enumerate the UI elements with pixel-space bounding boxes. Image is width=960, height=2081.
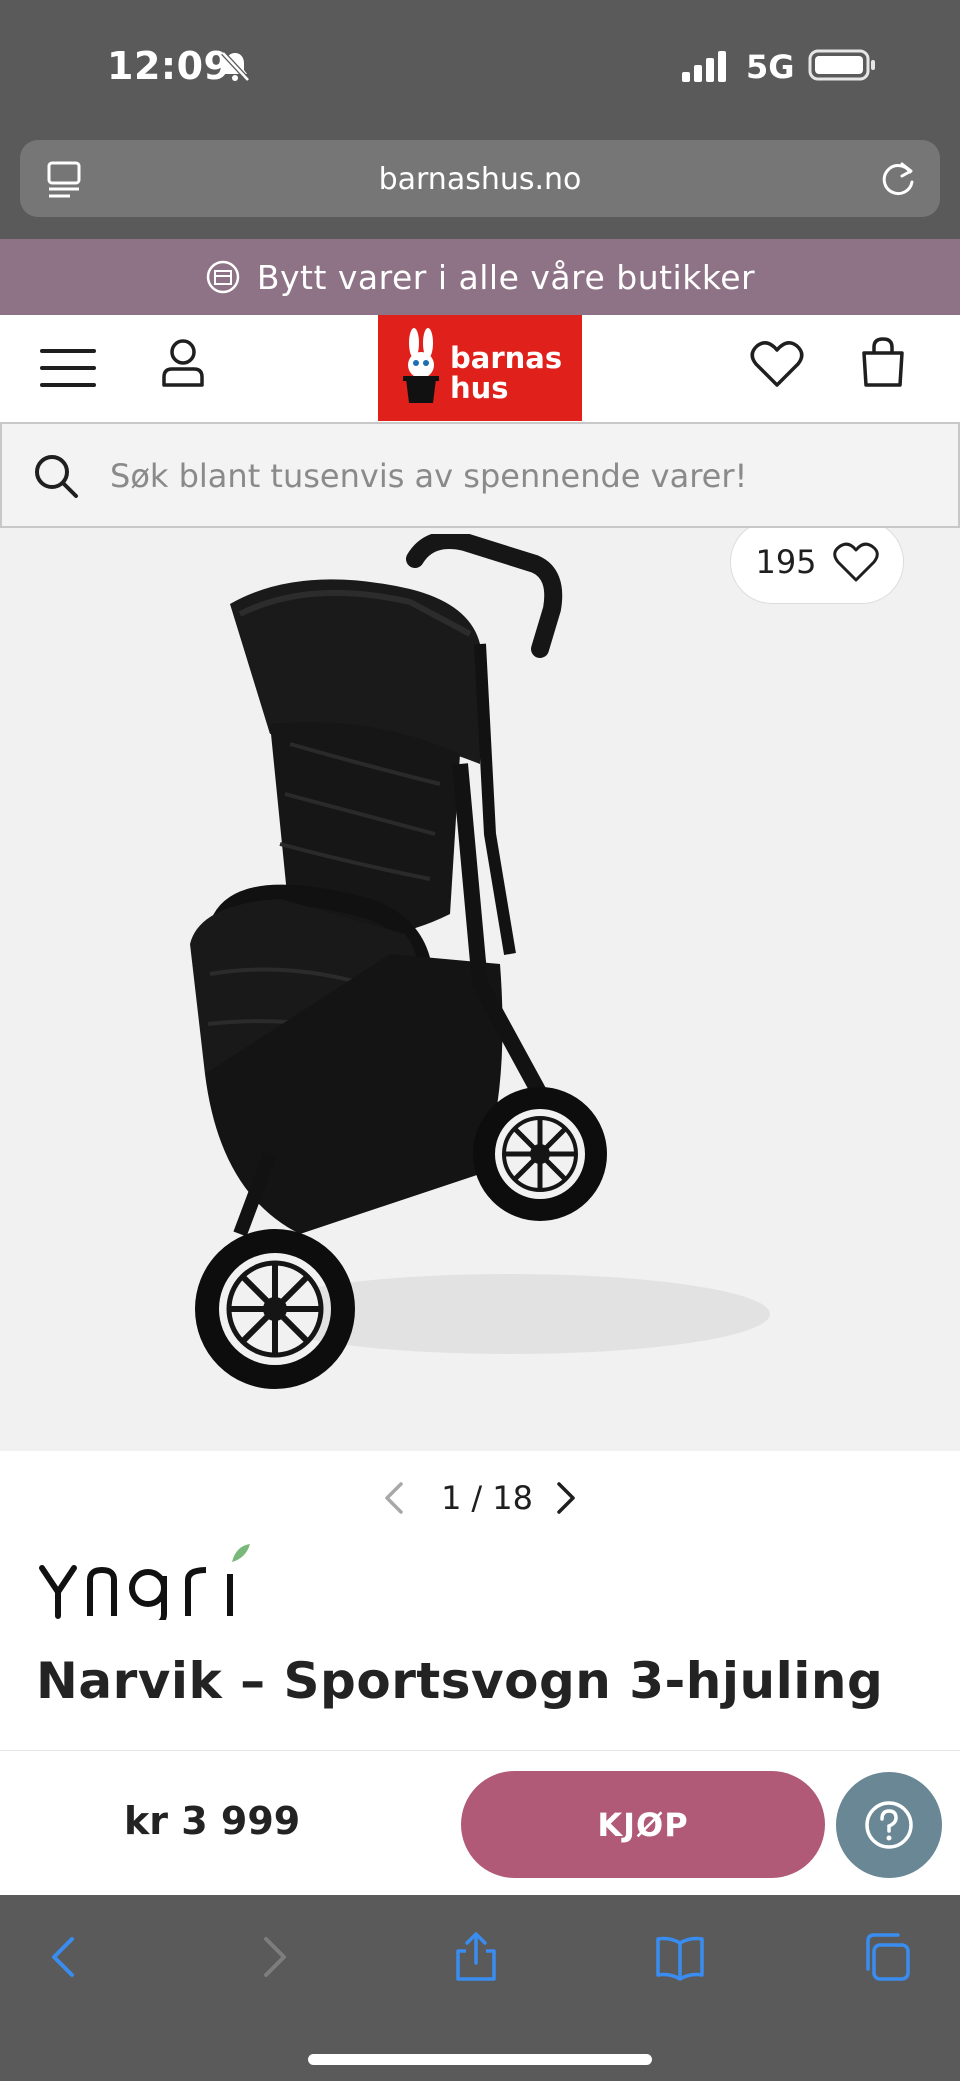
search-icon[interactable]	[32, 452, 80, 500]
bunny-logo-icon	[403, 328, 439, 403]
site-header: barnas hus	[0, 315, 960, 422]
silent-bell-icon	[221, 51, 250, 82]
user-account-icon[interactable]	[160, 337, 206, 389]
product-price: kr 3 999	[124, 1799, 301, 1843]
site-logo[interactable]: barnas hus	[378, 315, 582, 421]
chevron-left-icon[interactable]	[381, 1480, 407, 1516]
pager-total: 18	[492, 1479, 533, 1517]
back-icon[interactable]	[38, 1931, 90, 1983]
pager-separator: /	[471, 1479, 483, 1517]
status-bar: 12:09 5G	[0, 0, 960, 135]
buy-bar: kr 3 999 KJØP	[0, 1751, 960, 1895]
question-mark-icon	[865, 1801, 913, 1849]
tabs-icon[interactable]	[860, 1931, 912, 1983]
network-type-label: 5G	[746, 48, 795, 86]
hamburger-menu-icon[interactable]	[38, 345, 98, 391]
image-pager: 1 / 18	[0, 1470, 960, 1526]
buy-button[interactable]: KJØP	[461, 1771, 825, 1878]
wishlist-heart-icon[interactable]	[750, 339, 804, 389]
bookmarks-icon[interactable]	[654, 1931, 706, 1983]
shopping-bag-icon[interactable]	[858, 335, 908, 389]
heart-icon[interactable]	[832, 541, 879, 583]
forward-icon[interactable]	[248, 1931, 300, 1983]
cellular-signal-icon	[682, 51, 726, 82]
search-input[interactable]	[110, 454, 930, 498]
reload-icon[interactable]	[878, 158, 918, 200]
url-field[interactable]: barnashus.no	[20, 140, 940, 217]
product-title: Narvik – Sportsvogn 3-hjuling	[36, 1652, 884, 1710]
promo-banner[interactable]: Bytt varer i alle våre butikker	[0, 239, 960, 315]
favorite-count-pill[interactable]: 195	[730, 528, 904, 604]
stroller-product-image	[190, 534, 770, 1389]
brand-logo[interactable]	[36, 1540, 286, 1620]
logo-text-line1: barnas	[450, 341, 563, 375]
pager-current: 1	[441, 1479, 462, 1517]
exchange-box-icon	[206, 260, 240, 294]
chevron-right-icon[interactable]	[553, 1480, 579, 1516]
status-time: 12:09	[107, 44, 231, 88]
share-icon[interactable]	[450, 1931, 502, 1983]
logo-text-line2: hus	[450, 371, 509, 405]
browser-address-bar: barnashus.no	[0, 135, 960, 239]
battery-icon	[808, 49, 875, 81]
product-image-carousel[interactable]: 195	[0, 528, 960, 1451]
home-indicator[interactable]	[308, 2054, 652, 2065]
url-text: barnashus.no	[378, 162, 582, 197]
promo-text: Bytt varer i alle våre butikker	[256, 257, 756, 297]
logo-text: barnas hus	[450, 343, 562, 403]
browser-toolbar	[0, 1895, 960, 2081]
search-bar[interactable]	[0, 422, 960, 528]
favorite-count: 195	[755, 543, 817, 581]
help-button[interactable]	[836, 1772, 942, 1878]
